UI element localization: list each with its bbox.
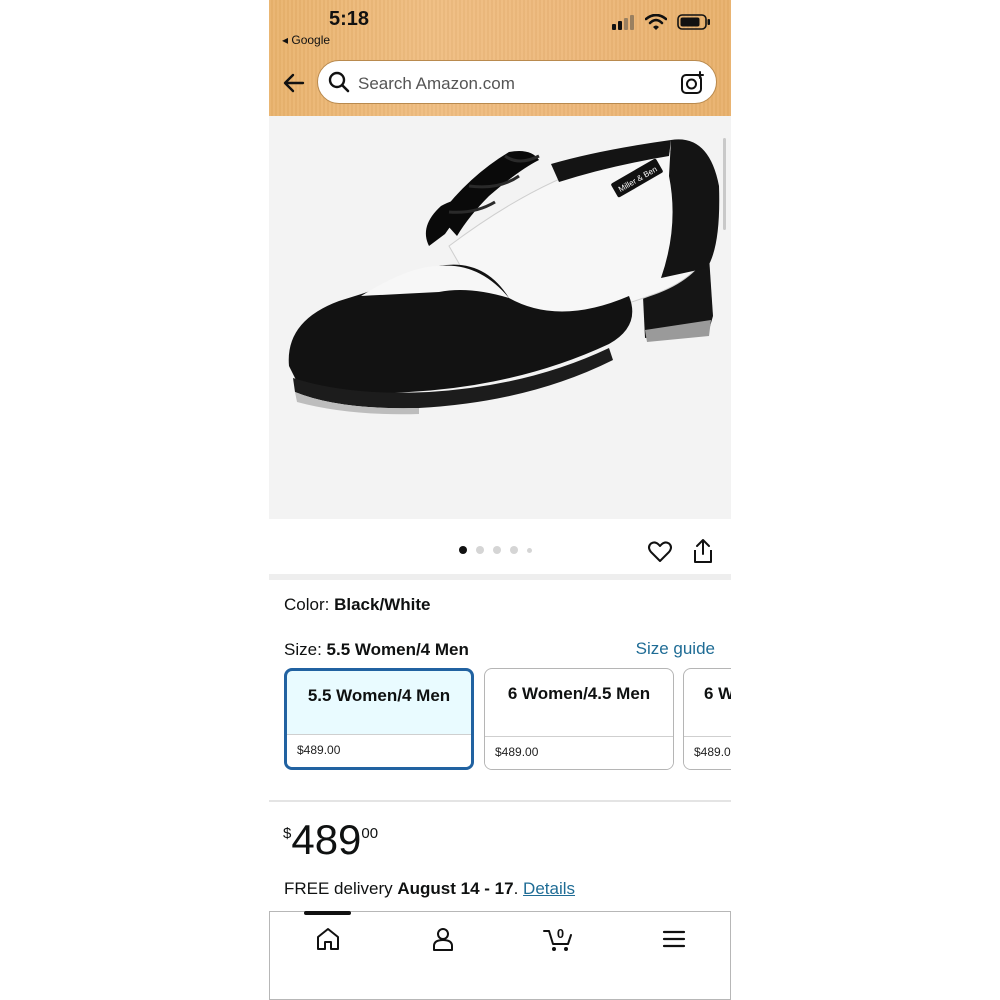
search-icon (328, 71, 350, 93)
back-arrow-icon[interactable] (281, 70, 307, 96)
size-option-card[interactable]: 6 Women/4.5 Men $489.00 (484, 668, 674, 770)
size-option-name: 6 Women/4.5 Men (507, 684, 651, 703)
size-option-price: $489.00 (495, 745, 539, 759)
status-time: 5:18 (329, 8, 370, 30)
carousel-dot[interactable] (493, 546, 501, 554)
account-icon[interactable] (428, 924, 458, 954)
size-option-price-area: $489.00 (485, 736, 673, 769)
size-option-name: 6 W (704, 684, 731, 703)
carousel-dots[interactable] (459, 546, 532, 554)
carousel-dot[interactable] (510, 546, 518, 554)
section-divider (269, 574, 731, 580)
tap-shoe-image: Miller & Ben (288, 139, 720, 415)
size-value: 5.5 Women/4 Men (326, 640, 469, 659)
price-whole: 489 (291, 816, 362, 863)
size-option-price-area: $489.00 (287, 734, 471, 767)
cellular-signal-icon (612, 15, 634, 30)
wifi-icon (645, 14, 667, 30)
camera-search-icon[interactable] (680, 70, 706, 96)
carousel-dot[interactable] (476, 546, 484, 554)
color-selection: Color: Black/White (284, 595, 430, 615)
delivery-separator: . (513, 879, 519, 898)
heart-icon[interactable] (647, 539, 673, 565)
product-price: $ 489 00 (283, 816, 378, 864)
size-selection: Size: 5.5 Women/4 Men (284, 640, 469, 660)
cart-count: 0 (557, 926, 564, 941)
product-image[interactable]: Miller & Ben (269, 116, 731, 519)
search-bar[interactable]: Search Amazon.com (317, 60, 717, 104)
color-label: Color: (284, 595, 330, 614)
back-to-google-link[interactable]: ◂ Google (282, 33, 330, 47)
image-scroll-indicator (723, 138, 726, 230)
bottom-nav: 0 (269, 911, 731, 1000)
section-divider (269, 800, 731, 802)
active-tab-indicator (304, 911, 351, 915)
size-guide-link[interactable]: Size guide (636, 639, 715, 659)
phone-screen: 5:18 ◂ Google Search Amazon.com Miller &… (269, 0, 731, 1000)
delivery-prefix: FREE delivery (284, 879, 393, 898)
menu-icon[interactable] (659, 924, 689, 954)
cart-icon[interactable]: 0 (542, 924, 576, 954)
color-value: Black/White (334, 595, 431, 614)
battery-icon (677, 14, 710, 30)
size-option-name: 5.5 Women/4 Men (307, 686, 451, 705)
search-input[interactable]: Search Amazon.com (358, 74, 515, 94)
size-option-card[interactable]: 6 W $489.0 (683, 668, 731, 770)
status-icons (611, 14, 711, 30)
size-option-price-area: $489.0 (684, 736, 731, 769)
delivery-details-link[interactable]: Details (523, 879, 575, 898)
delivery-info: FREE delivery August 14 - 17. Details (284, 879, 575, 899)
share-icon[interactable] (692, 538, 714, 564)
size-option-card[interactable]: 5.5 Women/4 Men $489.00 (284, 668, 474, 770)
price-fraction: 00 (361, 825, 379, 842)
size-option-price: $489.00 (297, 743, 341, 757)
size-label: Size: (284, 640, 322, 659)
delivery-dates: August 14 - 17 (397, 879, 514, 898)
carousel-dot[interactable] (459, 546, 467, 554)
home-icon[interactable] (313, 924, 343, 954)
carousel-dot[interactable] (527, 547, 532, 553)
size-option-price: $489.0 (694, 745, 731, 759)
price-currency: $ (283, 825, 292, 842)
